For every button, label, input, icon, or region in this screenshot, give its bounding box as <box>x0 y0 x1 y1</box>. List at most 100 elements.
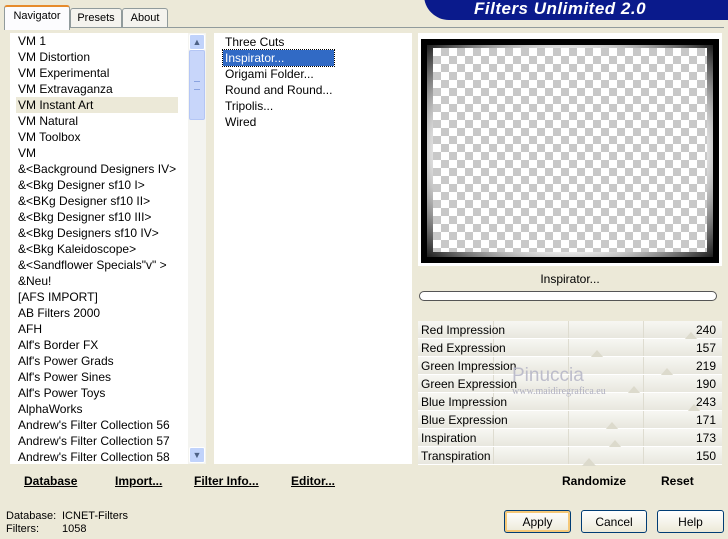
slider-tick <box>568 321 569 338</box>
category-scrollbar[interactable]: ▲ ▼ <box>188 33 206 464</box>
help-button[interactable]: Help <box>657 510 724 533</box>
slider-row[interactable]: Inspiration 173 <box>418 429 722 448</box>
slider-tick <box>643 375 644 392</box>
slider-tick <box>568 447 569 464</box>
watermark-name: Pinuccia <box>512 365 584 386</box>
slider-label: Red Expression <box>421 341 506 355</box>
slider-tick <box>643 357 644 374</box>
slider-button-bar: Randomize Reset <box>418 468 722 494</box>
slider-row[interactable]: Blue Expression 171 <box>418 411 722 430</box>
category-item[interactable]: VM Extravaganza <box>16 81 178 97</box>
slider-value: 173 <box>695 431 716 445</box>
tab-divider <box>4 27 724 28</box>
category-item[interactable]: Andrew's Filter Collection 57 <box>16 433 178 449</box>
category-item[interactable]: &<Background Designers IV> <box>16 161 178 177</box>
slider-value: 240 <box>695 323 716 337</box>
slider-thumb[interactable] <box>582 458 596 466</box>
import-button[interactable]: Import... <box>115 474 162 488</box>
category-item[interactable]: Alf's Power Toys <box>16 385 178 401</box>
reset-button[interactable]: Reset <box>661 474 694 488</box>
category-item[interactable]: &<Bkg Designers sf10 IV> <box>16 225 178 241</box>
slider-tick <box>568 429 569 446</box>
slider-row[interactable]: Red Impression 240 <box>418 321 722 340</box>
category-item[interactable]: VM Natural <box>16 113 178 129</box>
effect-item[interactable]: Three Cuts <box>223 34 334 50</box>
slider-value: 219 <box>695 359 716 373</box>
category-item[interactable]: &<Bkg Designer sf10 III> <box>16 209 178 225</box>
slider-tick <box>643 393 644 410</box>
category-item[interactable]: &<Sandflower Specials"v" > <box>16 257 178 273</box>
category-item[interactable]: Andrew's Filter Collection 56 <box>16 417 178 433</box>
cancel-button[interactable]: Cancel <box>581 510 647 533</box>
slider-label: Red Impression <box>421 323 506 337</box>
watermark-url: www.maidiregrafica.eu <box>512 386 606 397</box>
editor-button[interactable]: Editor... <box>291 474 335 488</box>
status-database-value: ICNET-Filters <box>62 510 128 522</box>
category-item[interactable]: AB Filters 2000 <box>16 305 178 321</box>
slider-label: Blue Impression <box>421 395 508 409</box>
slider-tick <box>568 411 569 428</box>
status-filters: Filters: 1058 <box>6 523 86 536</box>
slider-label: Blue Expression <box>421 413 508 427</box>
preview-image <box>433 48 707 252</box>
slider-tick <box>493 447 494 464</box>
scroll-down-button[interactable]: ▼ <box>189 447 205 463</box>
slider-tick <box>643 429 644 446</box>
app-title: Filters Unlimited 2.0 <box>474 0 647 18</box>
slider-value: 171 <box>695 413 716 427</box>
category-item[interactable]: VM Experimental <box>16 65 178 81</box>
category-item[interactable]: VM <box>16 145 178 161</box>
category-item[interactable]: Alf's Power Grads <box>16 353 178 369</box>
effect-item[interactable]: Inspirator... <box>221 49 336 67</box>
apply-button[interactable]: Apply <box>504 510 571 533</box>
status-filters-label: Filters: <box>6 523 39 535</box>
effect-item[interactable]: Round and Round... <box>223 82 334 98</box>
slider-tick <box>643 321 644 338</box>
status-filters-value: 1058 <box>62 523 87 535</box>
effect-item[interactable]: Tripolis... <box>223 98 334 114</box>
tab-presets[interactable]: Presets <box>70 8 122 28</box>
slider-label: Green Impression <box>421 359 517 373</box>
category-item[interactable]: Alf's Border FX <box>16 337 178 353</box>
scroll-up-button[interactable]: ▲ <box>189 34 205 50</box>
slider-value: 190 <box>695 377 716 391</box>
scroll-thumb[interactable] <box>189 50 205 120</box>
category-item[interactable]: Alf's Power Sines <box>16 369 178 385</box>
navigator-button-bar: Database Import... Filter Info... Editor… <box>10 465 412 493</box>
status-database-label: Database: <box>6 510 57 522</box>
category-item[interactable]: VM Distortion <box>16 49 178 65</box>
slider-tick <box>643 339 644 356</box>
category-item[interactable]: &Neu! <box>16 273 178 289</box>
effect-item[interactable]: Origami Folder... <box>223 66 334 82</box>
filter-category-list[interactable]: VM 1 VM Distortion VM Experimental VM Extra… <box>10 33 206 464</box>
tab-about[interactable]: About <box>122 8 168 28</box>
slider-tick <box>493 429 494 446</box>
slider-row[interactable]: Red Expression 157 <box>418 339 722 358</box>
preview-label: Inspirator... <box>418 268 722 288</box>
category-item[interactable]: Andrew's Filter Collection 58 <box>16 449 178 464</box>
category-item[interactable]: &<BKg Designer sf10 II> <box>16 193 178 209</box>
category-item[interactable]: VM 1 <box>16 33 178 49</box>
category-item[interactable]: AlphaWorks <box>16 401 178 417</box>
slider-label: Green Expression <box>421 377 518 391</box>
title-banner: Filters Unlimited 2.0 <box>424 0 728 20</box>
randomize-button[interactable]: Randomize <box>562 474 626 488</box>
slider-row[interactable]: Transpiration 150 <box>418 447 722 466</box>
category-item[interactable]: VM Toolbox <box>16 129 178 145</box>
slider-label: Inspiration <box>421 431 477 445</box>
filter-info-button[interactable]: Filter Info... <box>194 474 259 488</box>
slider-tick <box>643 411 644 428</box>
slider-value: 243 <box>695 395 716 409</box>
category-item[interactable]: &<Bkg Kaleidoscope> <box>16 241 178 257</box>
category-item[interactable]: VM Instant Art <box>16 97 179 113</box>
category-item[interactable]: AFH <box>16 321 178 337</box>
slider-label: Transpiration <box>421 449 491 463</box>
category-item[interactable]: &<Bkg Designer sf10 I> <box>16 177 178 193</box>
slider-value: 150 <box>695 449 716 463</box>
tab-navigator[interactable]: Navigator <box>4 5 70 30</box>
category-item[interactable]: [AFS IMPORT] <box>16 289 178 305</box>
effect-list[interactable]: Three Cuts Inspirator... Origami Folder...… <box>214 33 412 464</box>
slider-value: 157 <box>695 341 716 355</box>
effect-item[interactable]: Wired <box>223 114 334 130</box>
database-button[interactable]: Database <box>24 474 77 488</box>
